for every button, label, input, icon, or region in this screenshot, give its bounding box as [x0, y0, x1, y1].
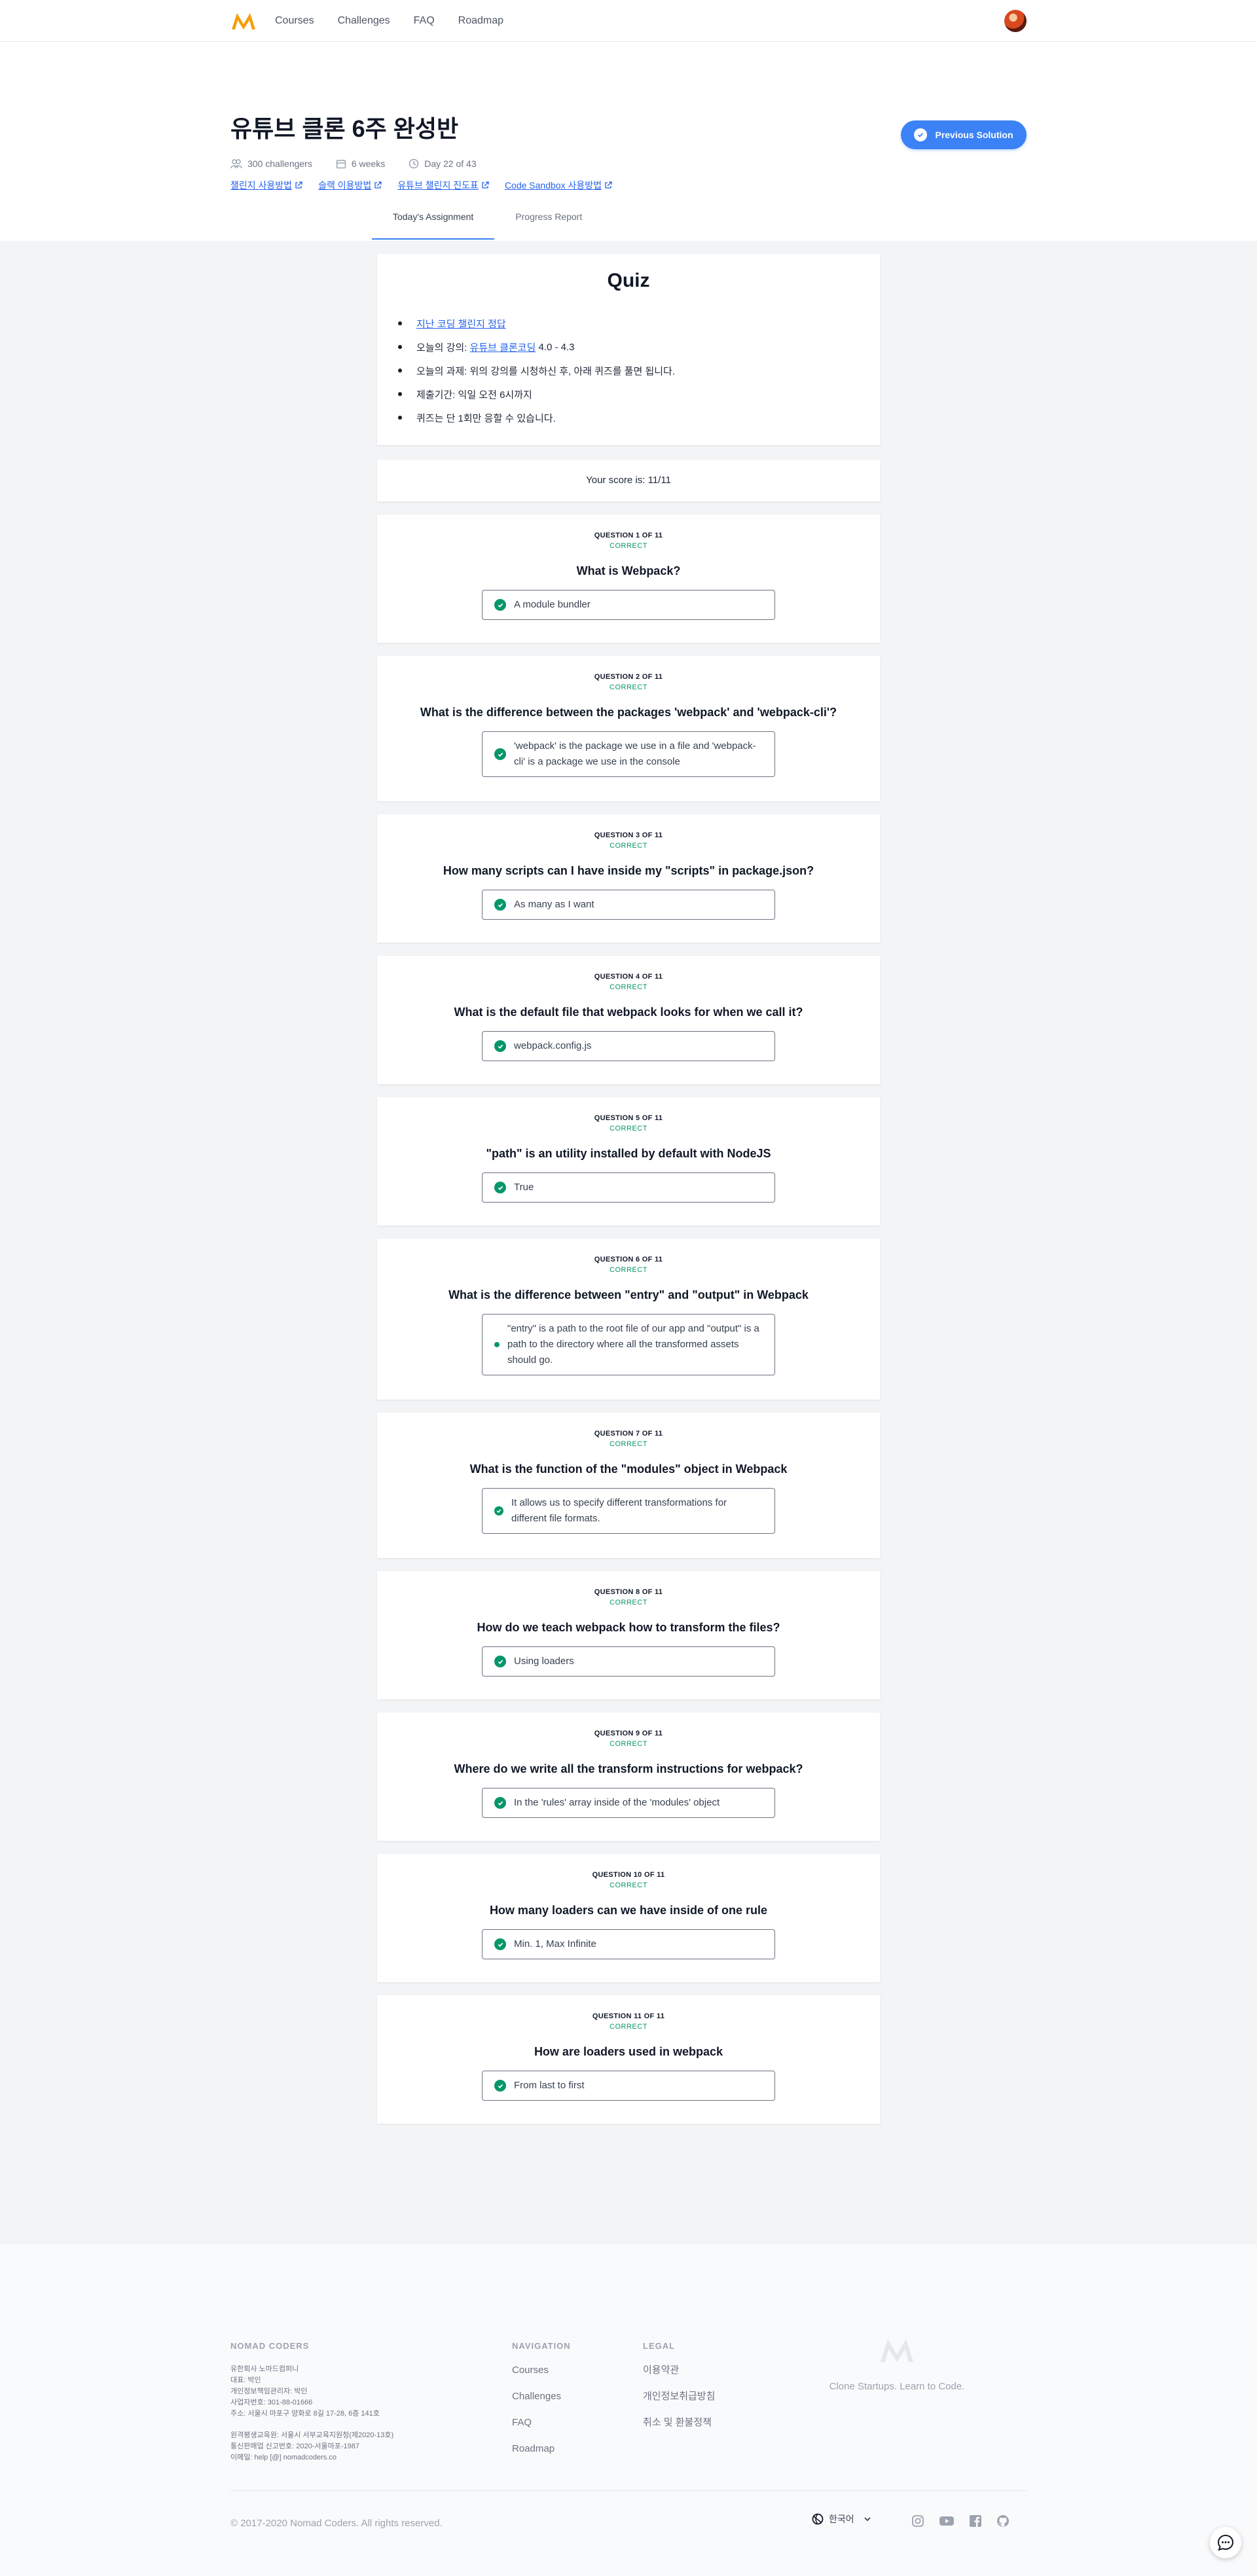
external-link-icon: [374, 181, 382, 189]
nav-courses[interactable]: Courses: [275, 15, 314, 27]
check-circle-icon: [494, 1342, 500, 1347]
list-item: 오늘의 과제: 위의 강의를 시청하신 후, 아래 퀴즈를 풀면 됩니다.: [398, 359, 880, 382]
score-card: Your score is: 11/11: [377, 460, 880, 501]
footer-brand: Clone Startups. Learn to Code.: [825, 2336, 969, 2392]
answer-option: "entry" is a path to the root file of ou…: [482, 1314, 775, 1375]
question-card: QUESTION 9 OF 11 CORRECT Where do we write…: [377, 1713, 880, 1841]
calendar-icon: [336, 160, 346, 169]
check-circle-icon: [494, 1506, 503, 1515]
tab-todays-assignment[interactable]: Today's Assignment: [372, 207, 495, 240]
answer-option: Using loaders: [482, 1646, 775, 1677]
previous-answer-link[interactable]: 지난 코딩 챌린지 정답: [416, 317, 506, 331]
check-circle-icon: [914, 128, 928, 141]
chevron-down-icon: [864, 2517, 871, 2522]
external-link-icon: [605, 181, 612, 189]
check-circle-icon: [494, 1656, 506, 1667]
previous-solution-button[interactable]: Previous Solution: [901, 120, 1027, 149]
list-item: 퀴즈는 단 1회만 응할 수 있습니다.: [398, 406, 880, 429]
nomad-logo-icon: [880, 2339, 914, 2363]
facebook-icon[interactable]: [969, 2514, 982, 2528]
nav-roadmap[interactable]: Roadmap: [458, 15, 503, 27]
day-progress: Day 22 of 43: [409, 158, 477, 169]
footer-link-privacy[interactable]: 개인정보취급방침: [643, 2390, 715, 2403]
check-circle-icon: [494, 899, 506, 911]
chat-icon: [1217, 2534, 1234, 2551]
answer-option: webpack.config.js: [482, 1031, 775, 1061]
question-card: QUESTION 2 OF 11 CORRECT What is the diffe…: [377, 656, 880, 801]
link-codesandbox-guide[interactable]: Code Sandbox 사용방법: [505, 179, 612, 192]
question-card: QUESTION 5 OF 11 CORRECT "path" is an util…: [377, 1097, 880, 1225]
challenge-header: 유튜브 클론 6주 완성반 300 challengers 6 weeks Da…: [0, 42, 1257, 241]
social-links: [911, 2514, 1024, 2528]
score-text: Your score is: 11/11: [586, 475, 671, 486]
check-circle-icon: [494, 2080, 506, 2092]
company-info: NOMAD CODERS 유한회사 노마드컴퍼니 대표: 박인 개인정보책임관리…: [230, 2341, 394, 2461]
question-card: QUESTION 8 OF 11 CORRECT How do we teach w…: [377, 1571, 880, 1699]
answer-option: From last to first: [482, 2071, 775, 2101]
list-item: 오늘의 강의: 유튜브 클론코딩 4.0 - 4.3: [398, 335, 880, 359]
footer-link-courses[interactable]: Courses: [512, 2364, 571, 2377]
footer: NOMAD CODERS 유한회사 노마드컴퍼니 대표: 박인 개인정보책임관리…: [0, 2244, 1257, 2576]
youtube-icon[interactable]: [939, 2514, 955, 2528]
link-slack-guide[interactable]: 슬랙 이용방법: [318, 179, 382, 192]
language-select[interactable]: 한국어: [812, 2513, 871, 2526]
check-circle-icon: [494, 748, 506, 760]
nomad-logo-icon[interactable]: [230, 8, 257, 34]
footer-navigation: NAVIGATION Courses Challenges FAQ Roadma…: [512, 2341, 571, 2456]
answer-option: As many as I want: [482, 890, 775, 920]
external-link-icon: [295, 181, 302, 189]
footer-link-challenges[interactable]: Challenges: [512, 2390, 571, 2403]
lecture-link[interactable]: 유튜브 클론코딩: [470, 340, 536, 354]
question-card: QUESTION 11 OF 11 CORRECT How are loaders …: [377, 1995, 880, 2124]
clock-icon: [409, 158, 419, 169]
answer-option: True: [482, 1172, 775, 1203]
github-icon[interactable]: [996, 2514, 1010, 2528]
list-item: 제출기간: 익일 오전 6시까지: [398, 382, 880, 406]
footer-link-faq[interactable]: FAQ: [512, 2416, 571, 2429]
question-card: QUESTION 3 OF 11 CORRECT How many scripts …: [377, 814, 880, 943]
globe-icon: [812, 2513, 824, 2525]
check-circle-icon: [494, 1040, 506, 1052]
main-content: Quiz 지난 코딩 챌린지 정답 오늘의 강의: 유튜브 클론코딩 4.0 -…: [0, 241, 1257, 2244]
list-item: 지난 코딩 챌린지 정답: [398, 312, 880, 335]
answer-option: It allows us to specify different transf…: [482, 1488, 775, 1534]
answer-option: A module bundler: [482, 590, 775, 620]
copyright: © 2017-2020 Nomad Coders. All rights res…: [230, 2518, 443, 2529]
footer-legal: LEGAL 이용약관 개인정보취급방침 취소 및 환불정책: [643, 2341, 716, 2429]
users-icon: [230, 159, 242, 169]
footer-link-roadmap[interactable]: Roadmap: [512, 2442, 571, 2456]
quiz-intro-card: Quiz 지난 코딩 챌린지 정답 오늘의 강의: 유튜브 클론코딩 4.0 -…: [377, 254, 880, 445]
challengers-count: 300 challengers: [230, 158, 312, 169]
check-circle-icon: [494, 1182, 506, 1193]
avatar[interactable]: [1004, 10, 1027, 32]
footer-link-terms[interactable]: 이용약관: [643, 2364, 715, 2377]
quiz-title: Quiz: [607, 270, 650, 291]
answer-option: 'webpack' is the package we use in a fil…: [482, 731, 775, 777]
check-circle-icon: [494, 599, 506, 611]
link-challenge-guide[interactable]: 챌린지 사용방법: [230, 179, 302, 192]
footer-link-refund[interactable]: 취소 및 환불정책: [643, 2416, 715, 2429]
external-link-icon: [482, 181, 489, 189]
chat-support-button[interactable]: [1210, 2527, 1241, 2558]
check-circle-icon: [494, 1938, 506, 1950]
weeks-count: 6 weeks: [336, 158, 385, 169]
answer-option: Min. 1, Max Infinite: [482, 1929, 775, 1959]
question-card: QUESTION 4 OF 11 CORRECT What is the defau…: [377, 956, 880, 1084]
footer-tagline: Clone Startups. Learn to Code.: [829, 2381, 965, 2392]
instagram-icon[interactable]: [911, 2514, 924, 2528]
question-card: QUESTION 1 OF 11 CORRECT What is Webpack? …: [377, 515, 880, 643]
nav-faq[interactable]: FAQ: [414, 15, 435, 27]
nav-challenges[interactable]: Challenges: [338, 15, 390, 27]
question-card: QUESTION 10 OF 11 CORRECT How many loaders…: [377, 1854, 880, 1982]
question-card: QUESTION 7 OF 11 CORRECT What is the funct…: [377, 1413, 880, 1558]
top-nav: Courses Challenges FAQ Roadmap: [0, 0, 1257, 42]
question-card: QUESTION 6 OF 11 CORRECT What is the diffe…: [377, 1239, 880, 1400]
check-circle-icon: [494, 1797, 506, 1809]
page-title: 유튜브 클론 6주 완성반: [230, 115, 459, 142]
tab-progress-report[interactable]: Progress Report: [494, 207, 603, 240]
link-progress-table[interactable]: 유튜브 챌린지 진도표: [397, 179, 489, 192]
footer-divider: [230, 2490, 1027, 2491]
answer-option: In the 'rules' array inside of the 'modu…: [482, 1788, 775, 1818]
